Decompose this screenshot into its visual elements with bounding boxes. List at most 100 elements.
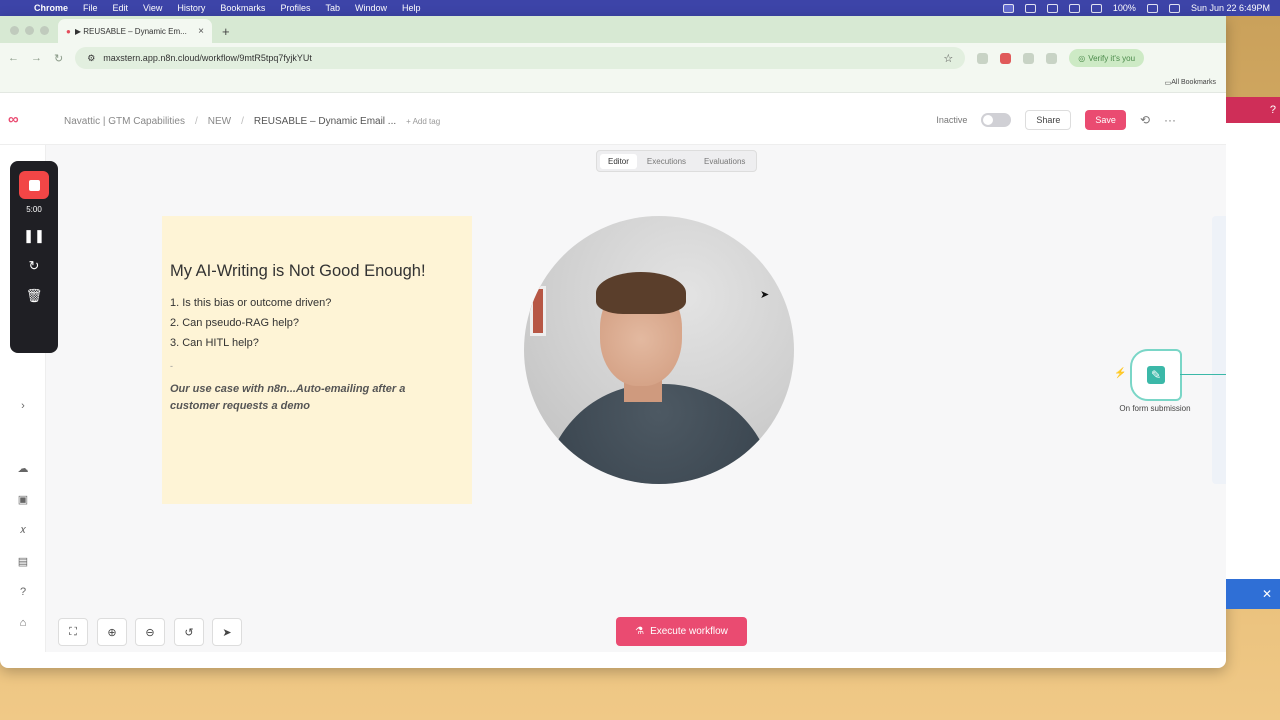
screen-record-icon[interactable] [1002,3,1014,13]
tray-icon[interactable] [1024,3,1036,13]
save-button[interactable]: Save [1085,110,1126,130]
history-icon[interactable]: ⟲ [1140,113,1150,127]
zoom-in-button[interactable]: ⊕ [97,618,127,646]
stop-recording-button[interactable] [19,171,49,199]
form-trigger-node[interactable]: ✎ [1130,349,1182,401]
restart-icon[interactable]: ↻ [29,258,40,274]
bluetooth-icon[interactable] [1046,3,1058,13]
variables-icon[interactable]: 𝑥 [16,524,30,537]
workflow-name[interactable]: REUSABLE – Dynamic Email ... [254,116,396,127]
close-window-icon[interactable] [10,26,19,35]
pause-icon[interactable]: ❚❚ [23,228,45,244]
mac-menu-bar: Chrome File Edit View History Bookmarks … [0,0,1280,16]
menu-history[interactable]: History [177,3,205,13]
forward-icon[interactable]: → [31,52,42,64]
menu-bookmarks[interactable]: Bookmarks [220,3,265,13]
tab-evaluations[interactable]: Evaluations [696,154,753,169]
overlay-bottombar: ✕ [1226,579,1280,609]
help-icon[interactable]: ? [16,586,30,598]
fit-view-button[interactable]: ⛶ [58,618,88,646]
all-bookmarks-link[interactable]: All Bookmarks [1171,79,1216,86]
control-icon[interactable] [1090,3,1102,13]
menu-tab[interactable]: Tab [325,3,340,13]
activation-toggle[interactable] [981,113,1012,127]
zoom-window-icon[interactable] [40,26,49,35]
recording-timer: 5:00 [26,205,42,214]
back-icon[interactable]: ← [8,52,19,64]
whats-new-icon[interactable]: ⌂ [16,617,30,629]
side-panel-edge [1212,216,1226,484]
battery-label: 100% [1112,3,1136,13]
minimize-window-icon[interactable] [25,26,34,35]
screen-recorder-widget: 5:00 ❚❚ ↻ 🗑 [10,161,58,353]
templates-icon[interactable]: ▣ [16,493,30,506]
bookmark-star-icon[interactable]: ☆ [943,52,953,65]
expand-sidebar-icon[interactable]: › [16,400,30,412]
sticky-note[interactable]: My AI-Writing is Not Good Enough! 1. Is … [162,216,472,504]
add-tag-link[interactable]: + Add tag [406,117,440,126]
menu-edit[interactable]: Edit [113,3,129,13]
sticky-item: 2. Can pseudo-RAG help? [170,317,300,329]
help-circle-icon[interactable]: ? [1270,104,1276,116]
project-link[interactable]: Navattic | GTM Capabilities [64,116,185,127]
more-options-icon[interactable]: ··· [1164,113,1176,127]
share-button[interactable]: Share [1025,110,1072,130]
clock[interactable]: Sun Jun 22 6:49PM [1191,3,1270,13]
menu-bar-tray: 100% Sun Jun 22 6:49PM [1002,3,1270,13]
side-panel-icon[interactable] [1046,52,1058,64]
n8n-favicon-icon: ● [66,26,71,36]
select-tool-button[interactable]: ➤ [212,618,242,646]
presenter-hair [596,272,686,314]
menu-file[interactable]: File [83,3,98,13]
site-info-icon[interactable]: ⚙ [87,53,95,64]
close-icon[interactable]: ✕ [1262,587,1272,601]
activation-status: Inactive [936,115,968,125]
menu-help[interactable]: Help [402,3,421,13]
browser-toolbar: ← → ↻ ⚙ maxstern.app.n8n.cloud/workflow/… [0,43,1226,73]
menu-window[interactable]: Window [355,3,387,13]
tab-editor[interactable]: Editor [600,153,637,169]
flask-icon: ⚗ [635,626,645,637]
zoom-out-button[interactable]: ⊖ [135,618,165,646]
reset-zoom-button[interactable]: ↺ [174,618,204,646]
view-tabs: Editor Executions Evaluations [596,150,758,172]
trigger-bolt-icon: ⚡ [1114,368,1127,379]
menu-profiles[interactable]: Profiles [280,3,310,13]
extension-red-icon[interactable] [1000,52,1012,64]
new-tab-button[interactable]: + [222,24,230,39]
tab-strip: ● ▶ REUSABLE – Dynamic Em... × + [0,16,1226,43]
cloud-icon[interactable]: ☁ [16,462,30,475]
breadcrumb-separator: / [194,116,198,127]
execute-workflow-button[interactable]: ⚗ Execute workflow [616,617,747,646]
extensions-puzzle-icon[interactable] [1023,52,1035,64]
n8n-logo-icon[interactable]: ∞ [8,111,19,128]
search-icon[interactable] [1168,3,1180,13]
tab-title: ▶ REUSABLE – Dynamic Em... [74,26,187,36]
node-connector [1180,374,1226,375]
menu-view[interactable]: View [143,3,162,13]
extension-icon[interactable] [977,52,989,64]
breadcrumb: Navattic | GTM Capabilities / NEW / REUS… [64,116,440,127]
verify-button[interactable]: ◎ Verify it's you [1069,49,1145,67]
folder-link[interactable]: NEW [208,116,231,127]
wifi-icon[interactable] [1146,3,1158,13]
header-actions: Inactive Share Save ⟲ ··· [936,110,1176,130]
execute-workflow-label: Execute workflow [650,626,728,637]
breadcrumb-separator: / [241,116,244,127]
close-tab-icon[interactable]: × [198,26,204,37]
reload-icon[interactable]: ↻ [54,52,63,65]
sticky-item: 3. Can HITL help? [170,337,259,349]
address-bar[interactable]: ⚙ maxstern.app.n8n.cloud/workflow/9mtR5t… [75,47,966,69]
delete-icon[interactable]: 🗑 [26,288,43,304]
url-text[interactable]: maxstern.app.n8n.cloud/workflow/9mtR5tpq… [103,53,935,63]
mouse-cursor-icon: ➤ [760,289,770,301]
user-icon[interactable] [1068,3,1080,13]
verify-icon: ◎ [1078,53,1086,63]
browser-tab[interactable]: ● ▶ REUSABLE – Dynamic Em... × [58,19,212,43]
bookmarks-bar: ▭ All Bookmarks [0,73,1226,93]
node-label: On form submission [1119,404,1191,413]
insights-icon[interactable]: ▤ [16,555,30,568]
right-overlay-window: ? ✕ [1226,97,1280,609]
menu-chrome[interactable]: Chrome [34,3,68,13]
tab-executions[interactable]: Executions [639,154,694,169]
